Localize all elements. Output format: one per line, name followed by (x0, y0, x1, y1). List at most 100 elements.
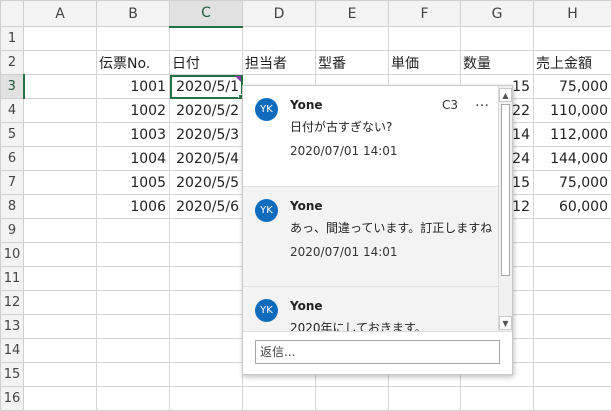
cell[interactable] (96, 338, 170, 363)
row-header[interactable]: 14 (0, 338, 24, 363)
cell[interactable] (23, 386, 97, 411)
cell[interactable] (169, 314, 243, 339)
slip-cell[interactable]: 1001 (96, 74, 170, 99)
cell[interactable] (96, 290, 170, 315)
amount-cell[interactable]: 110,000 (533, 98, 611, 123)
cell[interactable] (533, 362, 611, 387)
comment-thread[interactable]: YK Yone 日付が古すぎない? 2020/07/01 14:01 C3 … … (243, 86, 498, 332)
row-header[interactable]: 16 (0, 386, 24, 411)
row-header[interactable]: 12 (0, 290, 24, 315)
slip-cell[interactable]: 1003 (96, 122, 170, 147)
row-header[interactable]: 11 (0, 266, 24, 291)
select-all-corner[interactable] (0, 0, 24, 27)
slip-cell[interactable]: 1005 (96, 170, 170, 195)
header-quantity[interactable]: 数量 (460, 50, 534, 75)
cell[interactable] (23, 146, 97, 171)
cell[interactable] (23, 98, 97, 123)
cell[interactable] (169, 362, 243, 387)
cell[interactable] (533, 242, 611, 267)
column-header-c[interactable]: C (169, 0, 243, 28)
row-header[interactable]: 2 (0, 50, 24, 75)
cell[interactable] (23, 242, 97, 267)
column-header-h[interactable]: H (533, 0, 611, 27)
date-cell[interactable]: 2020/5/4 (169, 146, 243, 171)
row-header[interactable]: 3 (0, 74, 25, 99)
header-person[interactable]: 担当者 (242, 50, 316, 75)
active-date-cell[interactable]: 2020/5/1 (169, 74, 243, 99)
row-header[interactable]: 10 (0, 242, 24, 267)
row-header[interactable]: 13 (0, 314, 24, 339)
date-cell[interactable]: 2020/5/5 (169, 170, 243, 195)
cell[interactable] (169, 290, 243, 315)
cell[interactable] (96, 362, 170, 387)
cell[interactable] (23, 194, 97, 219)
comment-thread-card[interactable]: YK Yone 日付が古すぎない? 2020/07/01 14:01 C3 … … (242, 85, 513, 375)
date-cell[interactable]: 2020/5/6 (169, 194, 243, 219)
column-header-a[interactable]: A (23, 0, 97, 27)
scroll-up-icon[interactable]: ▲ (499, 88, 512, 102)
slip-cell[interactable]: 1004 (96, 146, 170, 171)
amount-cell[interactable]: 112,000 (533, 122, 611, 147)
row-header[interactable]: 4 (0, 98, 24, 123)
amount-cell[interactable]: 75,000 (533, 170, 611, 195)
cell[interactable] (169, 26, 243, 51)
cell[interactable] (23, 50, 97, 75)
cell[interactable] (96, 314, 170, 339)
cell[interactable] (23, 290, 97, 315)
column-header-e[interactable]: E (315, 0, 389, 27)
cell[interactable] (23, 314, 97, 339)
cell[interactable] (96, 266, 170, 291)
column-header-d[interactable]: D (242, 0, 316, 27)
cell[interactable] (169, 266, 243, 291)
cell[interactable] (533, 386, 611, 411)
cell[interactable] (388, 26, 461, 51)
cell[interactable] (242, 386, 316, 411)
more-options-icon[interactable]: … (475, 94, 490, 110)
row-header[interactable]: 15 (0, 362, 24, 387)
slip-cell[interactable]: 1006 (96, 194, 170, 219)
cell[interactable] (23, 266, 97, 291)
cell[interactable] (96, 218, 170, 243)
column-header-g[interactable]: G (460, 0, 534, 27)
header-sales-amount[interactable]: 売上金額 (533, 50, 611, 75)
cell[interactable] (96, 26, 170, 51)
date-cell[interactable]: 2020/5/3 (169, 122, 243, 147)
row-header[interactable]: 1 (0, 26, 24, 51)
cell[interactable] (533, 338, 611, 363)
cell[interactable] (460, 386, 534, 411)
cell[interactable] (533, 218, 611, 243)
cell[interactable] (96, 386, 170, 411)
row-header[interactable]: 6 (0, 146, 24, 171)
cell[interactable] (315, 26, 389, 51)
date-cell[interactable]: 2020/5/2 (169, 98, 243, 123)
scrollbar-thumb[interactable] (501, 104, 510, 276)
cell[interactable] (315, 386, 389, 411)
cell[interactable] (533, 314, 611, 339)
cell[interactable] (23, 26, 97, 51)
cell[interactable] (23, 170, 97, 195)
row-header[interactable]: 5 (0, 122, 24, 147)
scroll-down-icon[interactable]: ▼ (499, 316, 512, 330)
cell[interactable] (533, 266, 611, 291)
cell[interactable] (533, 290, 611, 315)
header-unit-price[interactable]: 単価 (388, 50, 461, 75)
cell[interactable] (169, 218, 243, 243)
cell[interactable] (169, 242, 243, 267)
cell[interactable] (23, 338, 97, 363)
header-date[interactable]: 日付 (169, 50, 243, 75)
cell[interactable] (388, 386, 461, 411)
header-model[interactable]: 型番 (315, 50, 389, 75)
row-header[interactable]: 7 (0, 170, 24, 195)
cell[interactable] (23, 362, 97, 387)
row-header[interactable]: 9 (0, 218, 24, 243)
cell[interactable] (533, 26, 611, 51)
cell[interactable] (96, 242, 170, 267)
slip-cell[interactable]: 1002 (96, 98, 170, 123)
row-header[interactable]: 8 (0, 194, 24, 219)
amount-cell[interactable]: 144,000 (533, 146, 611, 171)
comment-scrollbar[interactable]: ▲ ▼ (498, 86, 512, 332)
reply-input[interactable] (255, 340, 500, 364)
cell[interactable] (460, 26, 534, 51)
amount-cell[interactable]: 75,000 (533, 74, 611, 99)
amount-cell[interactable]: 60,000 (533, 194, 611, 219)
